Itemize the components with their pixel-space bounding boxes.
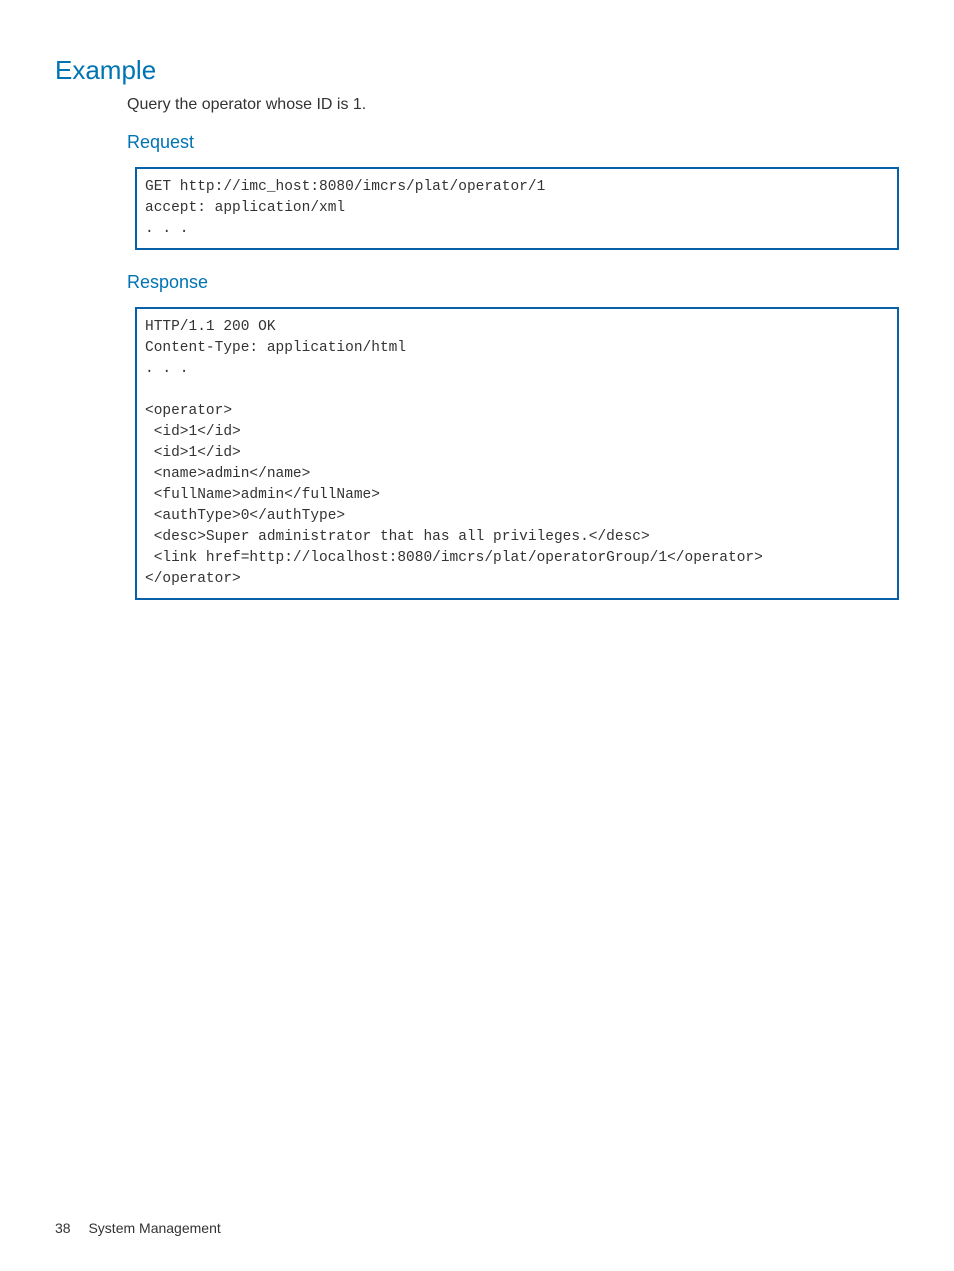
- page-number: 38: [55, 1220, 71, 1236]
- heading-request: Request: [127, 132, 899, 153]
- heading-example: Example: [55, 55, 899, 86]
- page-footer: 38 System Management: [55, 1220, 221, 1236]
- footer-section: System Management: [88, 1220, 220, 1236]
- code-block-response: HTTP/1.1 200 OK Content-Type: applicatio…: [135, 307, 899, 600]
- code-block-request: GET http://imc_host:8080/imcrs/plat/oper…: [135, 167, 899, 250]
- heading-response: Response: [127, 272, 899, 293]
- intro-text: Query the operator whose ID is 1.: [127, 96, 899, 114]
